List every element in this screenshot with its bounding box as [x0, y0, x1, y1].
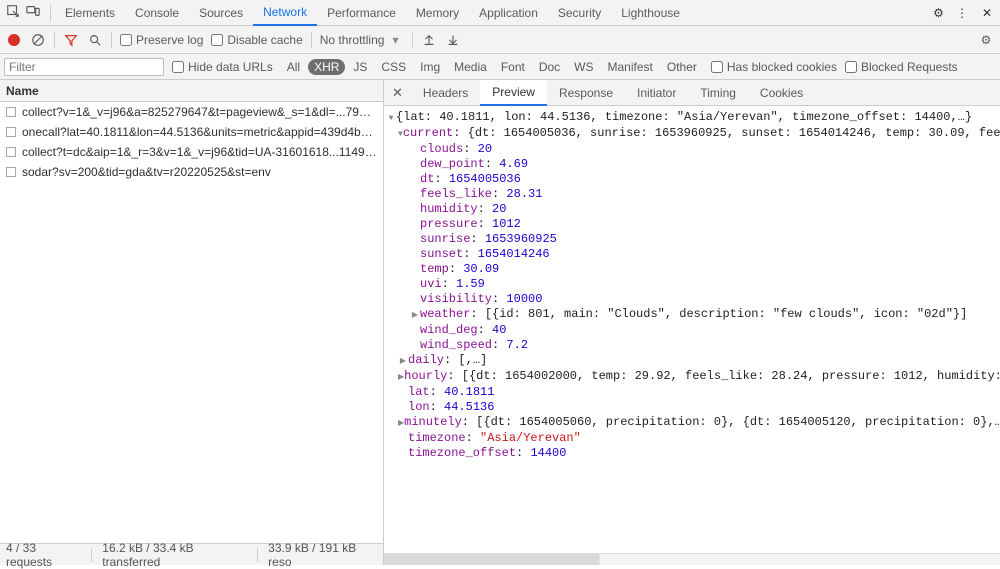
tab-console[interactable]: Console [125, 0, 189, 26]
filter-type-ws[interactable]: WS [568, 59, 599, 75]
detail-tab-timing[interactable]: Timing [688, 80, 748, 106]
hide-data-urls-checkbox[interactable]: Hide data URLs [172, 60, 273, 74]
tab-elements[interactable]: Elements [55, 0, 125, 26]
tab-lighthouse[interactable]: Lighthouse [611, 0, 690, 26]
close-detail-icon[interactable]: ✕ [384, 85, 411, 101]
status-transferred: 16.2 kB / 33.4 kB transferred [102, 541, 247, 569]
request-name: collect?v=1&_v=j96&a=825279647&t=pagevie… [22, 105, 377, 119]
json-property: sunset: 1654014246 [384, 247, 1000, 262]
json-property: feels_like: 28.31 [384, 187, 1000, 202]
request-name: onecall?lat=40.1811&lon=44.5136&units=me… [22, 125, 377, 139]
detail-tab-cookies[interactable]: Cookies [748, 80, 815, 106]
preview-body[interactable]: {lat: 40.1811, lon: 44.5136, timezone: "… [384, 106, 1000, 553]
detail-tab-initiator[interactable]: Initiator [625, 80, 688, 106]
json-property: clouds: 20 [384, 142, 1000, 157]
filter-input[interactable] [4, 58, 164, 76]
detail-tab-response[interactable]: Response [547, 80, 625, 106]
has-blocked-cookies-checkbox[interactable]: Has blocked cookies [711, 60, 837, 74]
request-name: collect?t=dc&aip=1&_r=3&v=1&_v=j96&tid=U… [22, 145, 377, 159]
record-icon[interactable] [6, 32, 22, 48]
tab-sources[interactable]: Sources [189, 0, 253, 26]
status-resources: 33.9 kB / 191 kB reso [268, 541, 377, 569]
blocked-requests-checkbox[interactable]: Blocked Requests [845, 60, 958, 74]
request-row[interactable]: onecall?lat=40.1811&lon=44.5136&units=me… [0, 122, 383, 142]
main-tabs-bar: ElementsConsoleSourcesNetworkPerformance… [0, 0, 1000, 26]
json-property: visibility: 10000 [384, 292, 1000, 307]
filter-type-xhr[interactable]: XHR [308, 59, 345, 75]
filter-type-other[interactable]: Other [661, 59, 703, 75]
detail-tab-preview[interactable]: Preview [480, 80, 547, 106]
file-icon [6, 107, 16, 117]
disable-cache-checkbox[interactable]: Disable cache [211, 33, 302, 47]
tab-security[interactable]: Security [548, 0, 611, 26]
download-icon[interactable] [445, 32, 461, 48]
horizontal-scrollbar[interactable] [384, 553, 1000, 565]
inspect-icon[interactable] [6, 4, 20, 21]
tab-application[interactable]: Application [469, 0, 548, 26]
network-toolbar: Preserve log Disable cache No throttling… [0, 26, 1000, 54]
filter-type-media[interactable]: Media [448, 59, 493, 75]
json-property: sunrise: 1653960925 [384, 232, 1000, 247]
request-row[interactable]: collect?v=1&_v=j96&a=825279647&t=pagevie… [0, 102, 383, 122]
inspect-controls [0, 4, 46, 21]
throttling-select[interactable]: No throttling▾ [320, 33, 405, 47]
expand-arrow-icon[interactable] [398, 353, 408, 369]
filter-type-all[interactable]: All [281, 59, 306, 75]
filter-type-js[interactable]: JS [347, 59, 373, 75]
device-toggle-icon[interactable] [26, 4, 40, 21]
json-property: dt: 1654005036 [384, 172, 1000, 187]
status-requests: 4 / 33 requests [6, 541, 81, 569]
upload-icon[interactable] [421, 32, 437, 48]
json-property: dew_point: 4.69 [384, 157, 1000, 172]
preserve-log-checkbox[interactable]: Preserve log [120, 33, 203, 47]
detail-tab-headers[interactable]: Headers [411, 80, 480, 106]
tab-performance[interactable]: Performance [317, 0, 406, 26]
filter-type-manifest[interactable]: Manifest [602, 59, 659, 75]
requests-pane: Name collect?v=1&_v=j96&a=825279647&t=pa… [0, 80, 384, 565]
json-property: pressure: 1012 [384, 217, 1000, 232]
json-property: humidity: 20 [384, 202, 1000, 217]
request-name: sodar?sv=200&tid=gda&tv=r20220525&st=env [22, 165, 271, 179]
filter-type-doc[interactable]: Doc [533, 59, 566, 75]
name-column-header[interactable]: Name [0, 80, 383, 102]
tab-memory[interactable]: Memory [406, 0, 469, 26]
expand-arrow-icon[interactable] [386, 110, 396, 126]
json-property: temp: 30.09 [384, 262, 1000, 277]
more-icon[interactable]: ⋮ [950, 6, 974, 20]
filter-type-font[interactable]: Font [495, 59, 531, 75]
file-icon [6, 127, 16, 137]
detail-tabs: ✕ HeadersPreviewResponseInitiatorTimingC… [384, 80, 1000, 106]
search-icon[interactable] [87, 32, 103, 48]
settings-gear-icon[interactable]: ⚙ [978, 32, 994, 48]
detail-pane: ✕ HeadersPreviewResponseInitiatorTimingC… [384, 80, 1000, 565]
gear-icon[interactable]: ⚙ [927, 6, 950, 20]
file-icon [6, 167, 16, 177]
json-property: uvi: 1.59 [384, 277, 1000, 292]
close-icon[interactable]: ✕ [974, 6, 1000, 20]
request-row[interactable]: sodar?sv=200&tid=gda&tv=r20220525&st=env [0, 162, 383, 182]
filter-type-css[interactable]: CSS [375, 59, 412, 75]
request-row[interactable]: collect?t=dc&aip=1&_r=3&v=1&_v=j96&tid=U… [0, 142, 383, 162]
status-bar: 4 / 33 requests 16.2 kB / 33.4 kB transf… [0, 543, 383, 565]
tab-network[interactable]: Network [253, 0, 317, 26]
filter-icon[interactable] [63, 32, 79, 48]
filter-type-img[interactable]: Img [414, 59, 446, 75]
file-icon [6, 147, 16, 157]
clear-icon[interactable] [30, 32, 46, 48]
filter-bar: Hide data URLs AllXHRJSCSSImgMediaFontDo… [0, 54, 1000, 80]
expand-arrow-icon[interactable] [410, 307, 420, 323]
